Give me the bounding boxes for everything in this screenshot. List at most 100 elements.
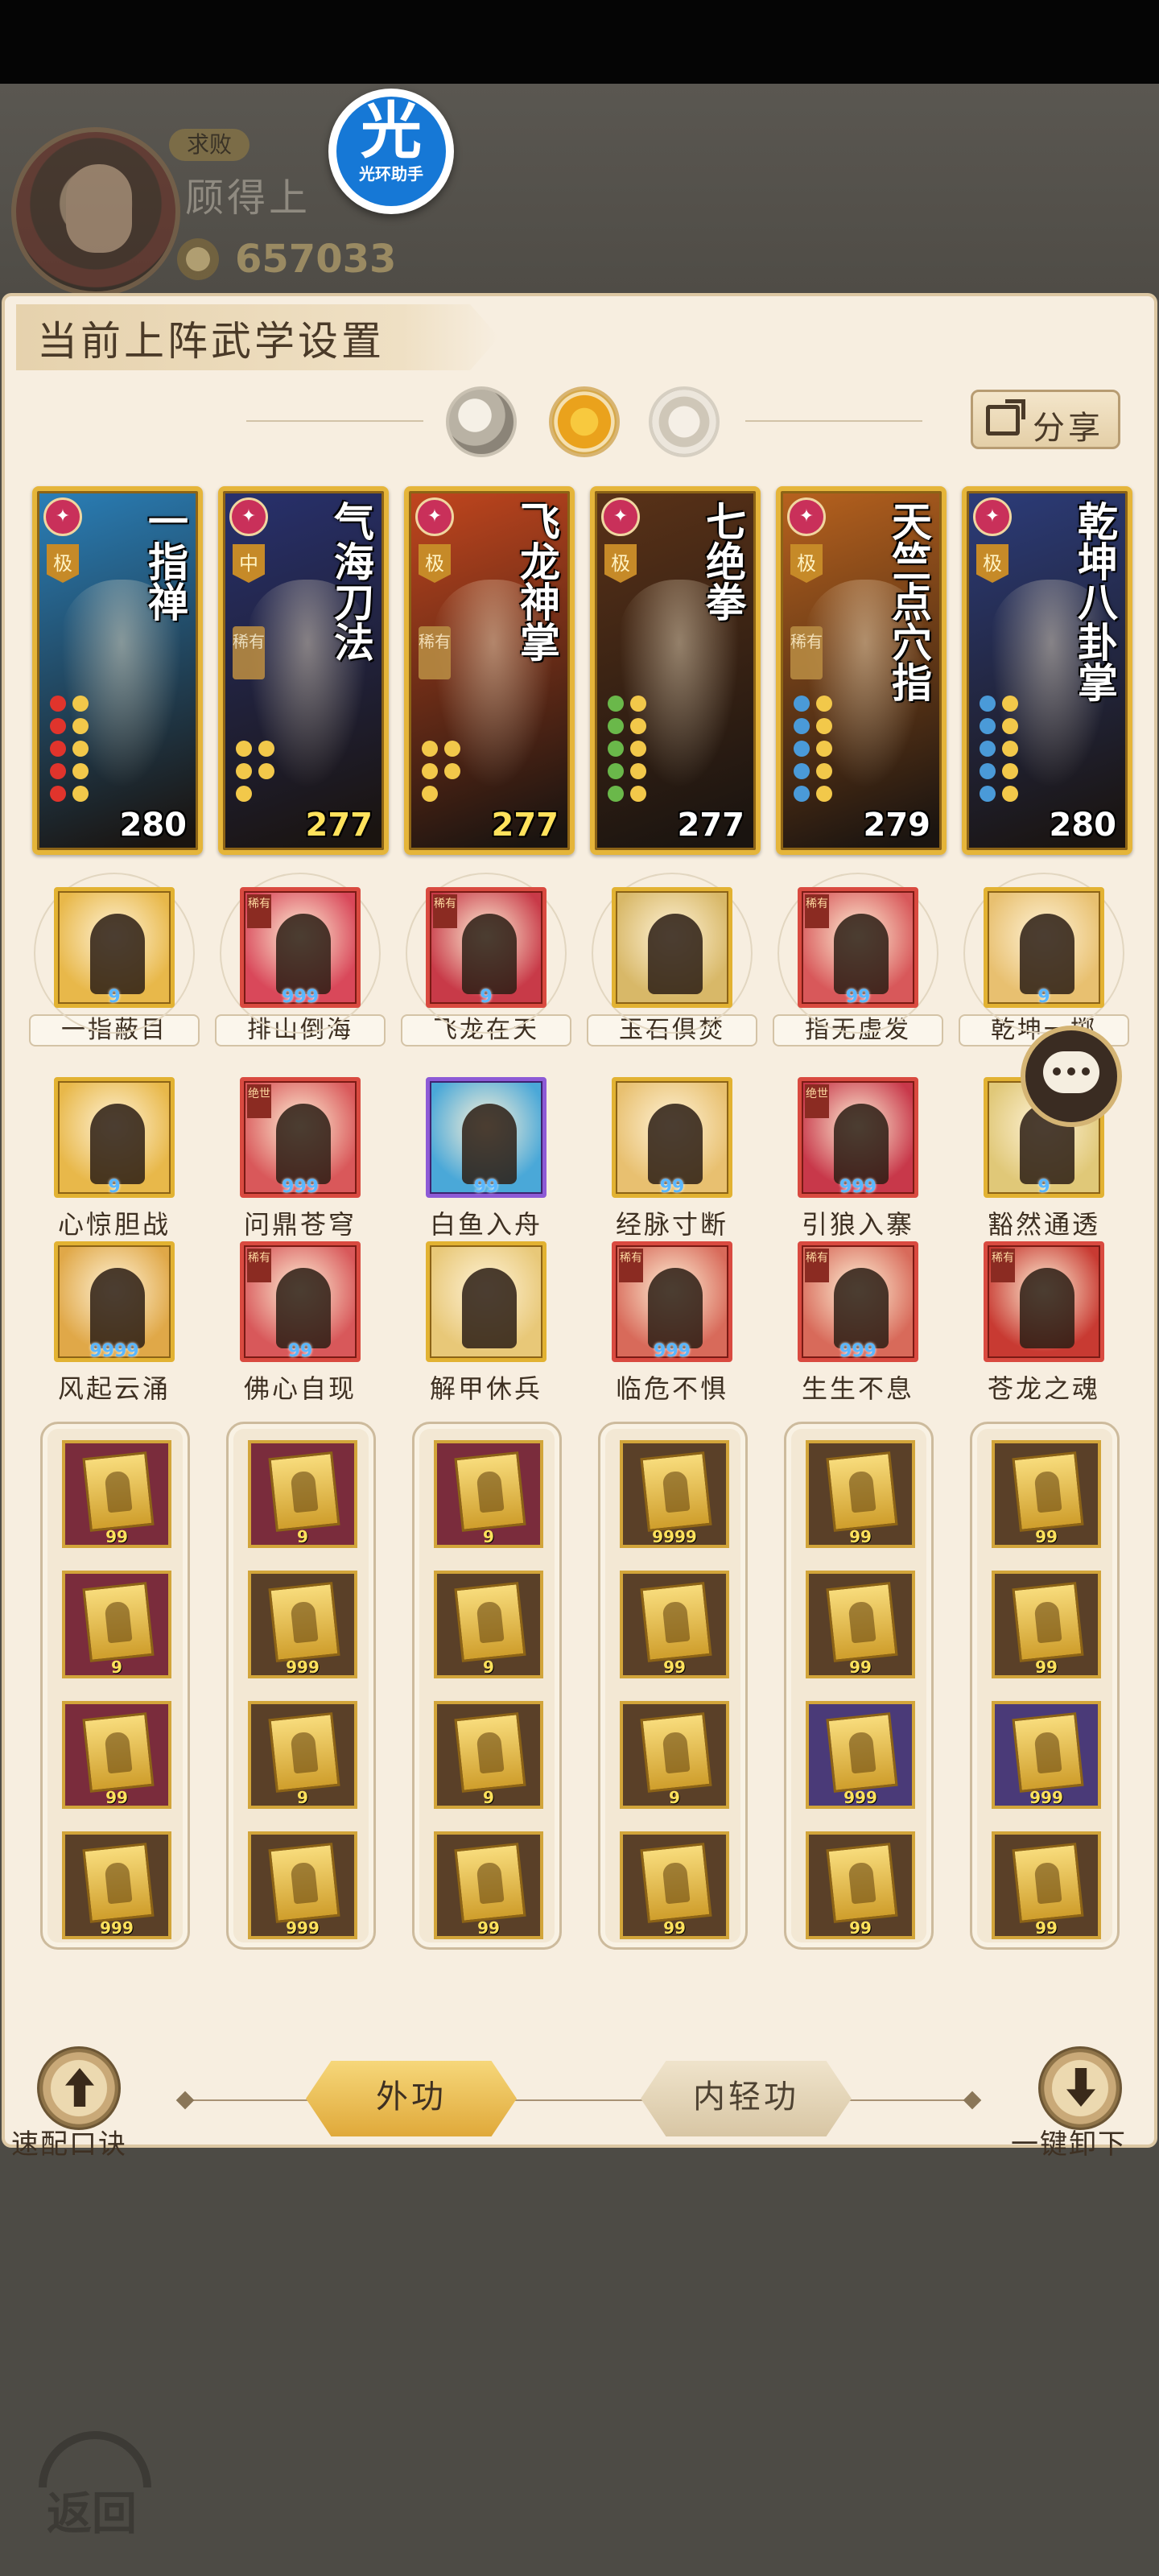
martial-rare-badge: 稀有	[419, 626, 451, 679]
skill-item[interactable]: 玉石俱焚	[587, 873, 757, 1046]
scroll-slot[interactable]: 99	[992, 1831, 1101, 1939]
skill-item[interactable]: 绝世 999 问鼎苍穹	[215, 1077, 386, 1241]
preset-ring-icon[interactable]	[649, 386, 720, 457]
scroll-icon	[826, 1451, 898, 1532]
unequip-all-button[interactable]	[1038, 2046, 1122, 2130]
skill-count: 9999	[89, 1341, 139, 1361]
scroll-slot[interactable]: 999	[806, 1701, 915, 1809]
skill-item[interactable]: 稀有 99 佛心自现	[215, 1241, 386, 1406]
skill-icon: 绝世 999	[798, 1077, 918, 1198]
skill-item[interactable]: 9 乾坤一掷	[959, 873, 1129, 1046]
scroll-slot[interactable]: 999	[248, 1571, 357, 1678]
skill-label: 苍龙之魂	[987, 1373, 1100, 1404]
skill-rarity-tag: 绝世	[805, 1084, 829, 1118]
skill-icon: 绝世 999	[240, 1077, 361, 1198]
skill-item[interactable]: 稀有 999 排山倒海	[215, 873, 386, 1046]
skill-item[interactable]: 9 心惊胆战	[29, 1077, 200, 1241]
martial-dot	[72, 763, 89, 779]
skill-item[interactable]: 稀有 9 飞龙在天	[401, 873, 571, 1046]
quick-config-button[interactable]	[37, 2046, 121, 2130]
tab-inner-light-skill[interactable]: 内轻功	[641, 2061, 852, 2136]
scroll-slot[interactable]: 9	[434, 1440, 543, 1548]
scroll-slot[interactable]: 9	[434, 1571, 543, 1678]
martial-card[interactable]: ✦ 中稀有 气海刀法 277	[218, 486, 389, 855]
scroll-slot[interactable]: 9	[620, 1701, 729, 1809]
download-arrow-icon	[1066, 2068, 1095, 2107]
scroll-slot[interactable]: 99	[806, 1571, 915, 1678]
scroll-icon	[82, 1843, 155, 1923]
scroll-slot[interactable]: 99	[620, 1831, 729, 1939]
scroll-slot[interactable]: 99	[62, 1440, 171, 1548]
martial-card[interactable]: ✦ 极稀有 飞龙神掌 277	[404, 486, 575, 855]
scroll-slot[interactable]: 9	[248, 1440, 357, 1548]
martial-dot	[608, 786, 624, 802]
skill-silhouette	[648, 1104, 703, 1184]
scroll-icon	[1012, 1451, 1084, 1532]
skill-item[interactable]: 9 一指蔽目	[29, 873, 200, 1046]
scroll-slot[interactable]: 99	[992, 1571, 1101, 1678]
skill-count: 9	[108, 987, 121, 1007]
scroll-slot[interactable]: 99	[992, 1440, 1101, 1548]
skill-item[interactable]: 稀有 99 指无虚发	[773, 873, 943, 1046]
scroll-count: 99	[663, 1918, 686, 1938]
martial-card[interactable]: ✦ 极 一指禅 280	[32, 486, 203, 855]
skill-icon: 99	[612, 1077, 732, 1198]
martial-card[interactable]: ✦ 极稀有 天竺点穴指 279	[776, 486, 947, 855]
assistant-app-label: 光环助手	[359, 164, 423, 184]
assistant-app-badge[interactable]: 光 光环助手	[328, 89, 454, 214]
martial-dot	[816, 786, 832, 802]
martial-level: 280	[1049, 807, 1117, 844]
skill-item[interactable]: 99 经脉寸断	[587, 1077, 757, 1241]
scroll-count: 99	[1035, 1527, 1058, 1546]
scroll-slot[interactable]: 99	[620, 1571, 729, 1678]
skill-icon: 9	[54, 887, 175, 1008]
scroll-slot[interactable]: 9	[62, 1571, 171, 1678]
scroll-slot[interactable]: 99	[806, 1831, 915, 1939]
scroll-slot[interactable]: 99	[806, 1440, 915, 1548]
scroll-slot[interactable]: 999	[62, 1831, 171, 1939]
tab-outer-skill[interactable]: 外功	[306, 2061, 517, 2136]
scroll-icon	[268, 1712, 340, 1793]
skill-item[interactable]: 解甲休兵	[401, 1241, 571, 1406]
back-button[interactable]: 返回	[31, 2415, 159, 2544]
share-button[interactable]: 分享	[971, 390, 1120, 449]
scroll-slot[interactable]: 9	[248, 1701, 357, 1809]
skill-item[interactable]: 99 白鱼入舟	[401, 1077, 571, 1241]
martial-tier-badge: 极	[976, 544, 1008, 583]
skill-item[interactable]: 稀有 999 生生不息	[773, 1241, 943, 1406]
status-bar	[0, 0, 1159, 84]
scroll-slot[interactable]: 999	[248, 1831, 357, 1939]
skill-silhouette	[462, 914, 517, 994]
martial-setup-panel: 当前上阵武学设置 分享 ✦ 极一指禅 280 ✦ 中稀有 气海刀法 277 ✦ 极稀有 飞龙神掌 2…	[2, 293, 1157, 2148]
martial-card[interactable]: ✦ 极 七绝拳 277	[590, 486, 761, 855]
skill-item[interactable]: 稀有 苍龙之魂	[959, 1241, 1129, 1406]
martial-dot	[1002, 718, 1018, 734]
skill-item[interactable]: 9999 风起云涌	[29, 1241, 200, 1406]
scroll-slot[interactable]: 999	[992, 1701, 1101, 1809]
scroll-slot-column: 999999999	[970, 1422, 1120, 1950]
unequip-all-label: 一键卸下	[1011, 2128, 1127, 2161]
martial-dot	[630, 741, 646, 757]
scroll-count: 99	[663, 1657, 686, 1677]
player-avatar[interactable]	[11, 127, 180, 296]
skill-icon: 99	[426, 1077, 547, 1198]
skill-label: 生生不息	[801, 1373, 914, 1404]
skill-item[interactable]: 绝世 999 引狼入寨	[773, 1077, 943, 1241]
preset-moon-icon[interactable]	[446, 386, 517, 457]
scroll-slot[interactable]: 9	[434, 1701, 543, 1809]
preset-sun-icon[interactable]	[549, 386, 620, 457]
scroll-icon	[454, 1582, 526, 1662]
floating-chat-button[interactable]	[1021, 1026, 1122, 1127]
skill-item[interactable]: 稀有 999 临危不惧	[587, 1241, 757, 1406]
martial-card[interactable]: ✦ 极 乾坤八卦掌 280	[962, 486, 1132, 855]
scroll-slot[interactable]: 99	[62, 1701, 171, 1809]
skill-count: 9	[1037, 987, 1050, 1007]
martial-tier-badge: 极	[790, 544, 823, 583]
skill-silhouette	[834, 1268, 889, 1348]
scroll-slot[interactable]: 99	[434, 1831, 543, 1939]
martial-dot	[608, 741, 624, 757]
martial-kind-icon: ✦	[787, 497, 826, 536]
scroll-slot[interactable]: 9999	[620, 1440, 729, 1548]
martial-dot	[72, 718, 89, 734]
scroll-icon	[826, 1712, 898, 1793]
